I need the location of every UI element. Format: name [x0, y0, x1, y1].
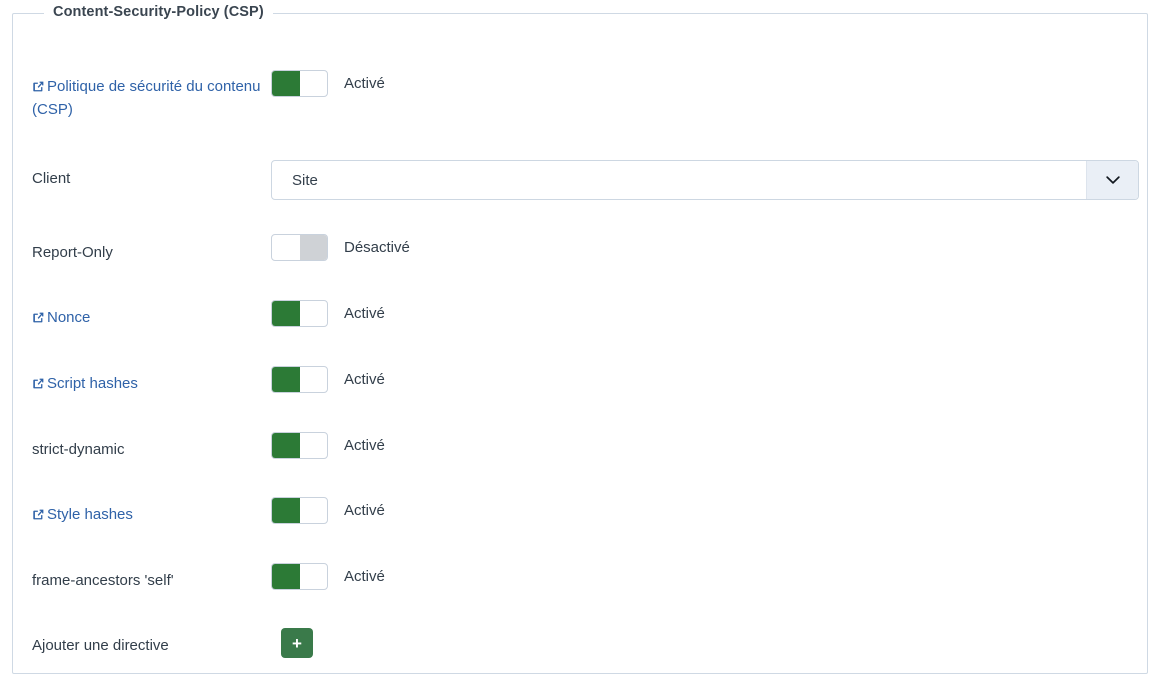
toggle-knob	[272, 433, 300, 458]
toggle-style-hashes[interactable]	[271, 497, 328, 524]
toggle-state-label-strict-dynamic: Activé	[344, 437, 385, 454]
row-label-csp[interactable]: Politique de sécurité du contenu (CSP)	[32, 76, 262, 122]
row-label-frame-ancestors-self: frame-ancestors 'self'	[32, 570, 262, 593]
toggle-report-only[interactable]	[271, 234, 328, 261]
chevron-down-icon[interactable]	[1086, 161, 1138, 199]
select-value: Site	[292, 171, 318, 189]
external-link-icon	[32, 508, 45, 521]
toggle-script-hashes[interactable]	[271, 366, 328, 393]
toggle-knob	[299, 235, 327, 260]
control-strict-dynamic: Activé	[271, 432, 385, 459]
row-label-text: frame-ancestors 'self'	[32, 572, 174, 589]
select-client[interactable]: Site	[271, 160, 1139, 200]
toggle-state-label-report-only: Désactivé	[344, 239, 410, 256]
row-label-text: Report-Only	[32, 244, 113, 261]
toggle-knob	[272, 71, 300, 96]
row-label-text: Nonce	[47, 309, 91, 326]
row-label-script-hashes[interactable]: Script hashes	[32, 373, 262, 396]
toggle-state-label-nonce: Activé	[344, 305, 385, 322]
toggle-state-label-script-hashes: Activé	[344, 371, 385, 388]
toggle-nonce[interactable]	[271, 300, 328, 327]
csp-panel: Content-Security-Policy (CSP) Politique …	[12, 4, 1148, 674]
external-link-icon	[32, 377, 45, 390]
row-label-text: Script hashes	[47, 375, 138, 392]
row-label-text: Client	[32, 170, 71, 187]
row-label-report-only: Report-Only	[32, 242, 262, 265]
control-style-hashes: Activé	[271, 497, 385, 524]
row-label-text: Ajouter une directive	[32, 637, 169, 654]
row-label-text: Style hashes	[47, 506, 133, 523]
toggle-state-label-style-hashes: Activé	[344, 502, 385, 519]
control-report-only: Désactivé	[271, 234, 410, 261]
row-label-nonce[interactable]: Nonce	[32, 307, 262, 330]
row-label-add-directive: Ajouter une directive	[32, 635, 262, 658]
external-link-icon	[32, 80, 45, 93]
toggle-knob	[272, 367, 300, 392]
row-label-client: Client	[32, 168, 262, 191]
toggle-csp[interactable]	[271, 70, 328, 97]
toggle-strict-dynamic[interactable]	[271, 432, 328, 459]
control-csp: Activé	[271, 70, 385, 97]
toggle-state-label-frame-ancestors-self: Activé	[344, 568, 385, 585]
row-label-strict-dynamic: strict-dynamic	[32, 439, 262, 462]
toggle-knob	[272, 301, 300, 326]
control-script-hashes: Activé	[271, 366, 385, 393]
toggle-frame-ancestors-self[interactable]	[271, 563, 328, 590]
control-nonce: Activé	[271, 300, 385, 327]
row-label-style-hashes[interactable]: Style hashes	[32, 504, 262, 527]
panel-legend: Content-Security-Policy (CSP)	[44, 4, 273, 20]
toggle-knob	[272, 498, 300, 523]
external-link-icon	[32, 311, 45, 324]
control-frame-ancestors-self: Activé	[271, 563, 385, 590]
toggle-state-label-csp: Activé	[344, 75, 385, 92]
add-directive-button[interactable]: +	[281, 628, 313, 658]
row-label-text: strict-dynamic	[32, 441, 125, 458]
row-label-text: Politique de sécurité du contenu (CSP)	[32, 78, 261, 118]
toggle-knob	[272, 564, 300, 589]
